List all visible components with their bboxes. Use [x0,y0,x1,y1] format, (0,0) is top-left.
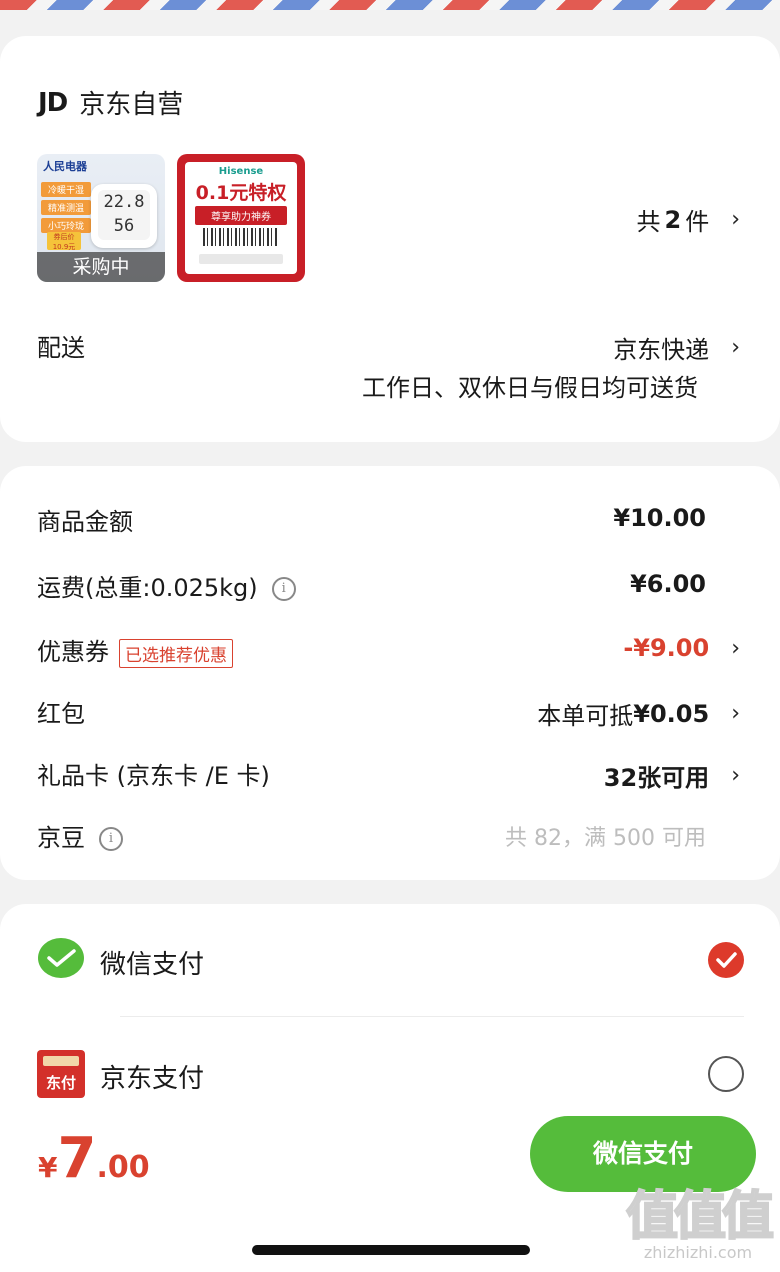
chevron-right-icon: › [731,763,740,788]
count-prefix: 共 [636,208,661,236]
product-brand: 人民电器 [43,160,87,173]
chevron-right-icon: › [731,635,740,661]
info-icon[interactable]: i [271,577,296,601]
coupon-value: -¥9.00 [623,634,710,662]
product-price-tag: 券后价 10.9元 [47,232,81,251]
delivery-schedule: 工作日、双休日与假日均可送货 [362,374,698,402]
payment-divider [120,1016,744,1017]
watermark-glyph: 值值值 [625,1186,775,1248]
info-icon[interactable]: i [99,827,123,851]
delivery-method-row[interactable]: 京东快递 › [613,330,740,365]
jingdou-row-label: 京豆 i [37,818,123,853]
shop-header[interactable]: JD 京东自营 [38,84,183,121]
total-amount: ¥7.00 [38,1126,150,1191]
jd-pay-icon: 东付 [37,1050,85,1098]
delivery-label: 配送 [37,334,85,362]
purchasing-status: 采购中 [37,252,165,282]
freight-row-label: 运费(总重:0.025kg) i [37,568,296,603]
temp-readout: 22.8 [103,192,145,212]
count-number: 2 [664,205,682,234]
coupon-footer-graphic [199,254,283,264]
coupon-subline: 尊享助力神券 [195,206,287,225]
chevron-right-icon: › [731,207,740,232]
product-thumbnail-thermometer[interactable]: 人民电器 冷暖干湿 精准测温 小巧玲珑 券后价 10.9元 22.8 56 采购… [37,154,165,282]
jd-logo: JD [38,87,68,118]
card-stripe [43,1056,79,1066]
product-tag: 精准测温 [41,200,91,215]
freight-value: ¥6.00 [630,570,706,598]
coupon-headline: 0.1元特权 [195,182,287,204]
humidity-readout: 56 [113,216,135,236]
wechat-pay-radio-selected[interactable] [708,942,744,978]
total-decimal: .00 [96,1150,150,1185]
giftcard-label: 礼品卡 (京东卡 /E 卡) [37,762,270,790]
giftcard-value: 32张可用 [603,764,710,792]
total-currency: ¥ [38,1151,58,1184]
freight-label: 运费(总重:0.025kg) [37,574,258,602]
jd-pay-radio[interactable] [708,1056,744,1092]
product-tag: 小巧玲珑 [41,218,91,233]
jd-pay-label[interactable]: 京东支付 [100,1058,204,1095]
watermark: 值值值 zhizhizhi.com [625,1174,775,1262]
giftcard-value-row[interactable]: 32张可用 › [604,758,740,793]
airmail-border [0,0,780,10]
jingdou-label: 京豆 [37,824,85,852]
redpacket-label: 红包 [37,700,85,728]
item-count-link[interactable]: 共 2 件 › [636,202,740,237]
chevron-right-icon: › [731,701,740,726]
checkmark-icon [716,952,737,968]
count-suffix: 件 [685,208,710,236]
coupon-label: 优惠券 [37,638,109,666]
barcode-graphic [203,228,279,246]
redpacket-prefix: 本单可抵 [537,702,634,730]
wechat-pay-icon [38,938,84,978]
coupon-brand: Hisense [218,166,264,177]
thermometer-image: 22.8 56 [91,184,157,248]
shop-name: 京东自营 [79,90,184,120]
coupon-recommended-badge: 已选推荐优惠 [119,638,233,668]
coupon-card-image: Hisense 0.1元特权 尊享助力神券 [185,162,297,274]
watermark-url: zhizhizhi.com [643,1243,753,1262]
chevron-right-icon: › [731,335,740,360]
thermometer-screen: 22.8 56 [98,190,150,240]
delivery-method: 京东快递 [613,336,710,364]
product-tags: 冷暖干湿 精准测温 小巧玲珑 [41,182,91,236]
home-indicator[interactable] [252,1245,530,1255]
coupon-value-row[interactable]: -¥9.00 › [623,634,740,662]
product-tag: 冷暖干湿 [41,182,91,197]
jingdou-value: 共 82，满 500 可用 [505,826,706,851]
wechat-pay-label[interactable]: 微信支付 [100,944,204,981]
jd-pay-icon-text: 东付 [45,1074,76,1092]
goods-amount-value: ¥10.00 [613,504,706,532]
redpacket-value: ¥0.05 [633,699,710,728]
total-integer: 7 [57,1126,97,1191]
redpacket-value-row[interactable]: 本单可抵 ¥0.05 › [537,696,740,731]
goods-amount-label: 商品金额 [37,508,133,536]
product-thumbnail-coupon[interactable]: Hisense 0.1元特权 尊享助力神券 [177,154,305,282]
coupon-row-label: 优惠券 已选推荐优惠 [37,632,233,668]
